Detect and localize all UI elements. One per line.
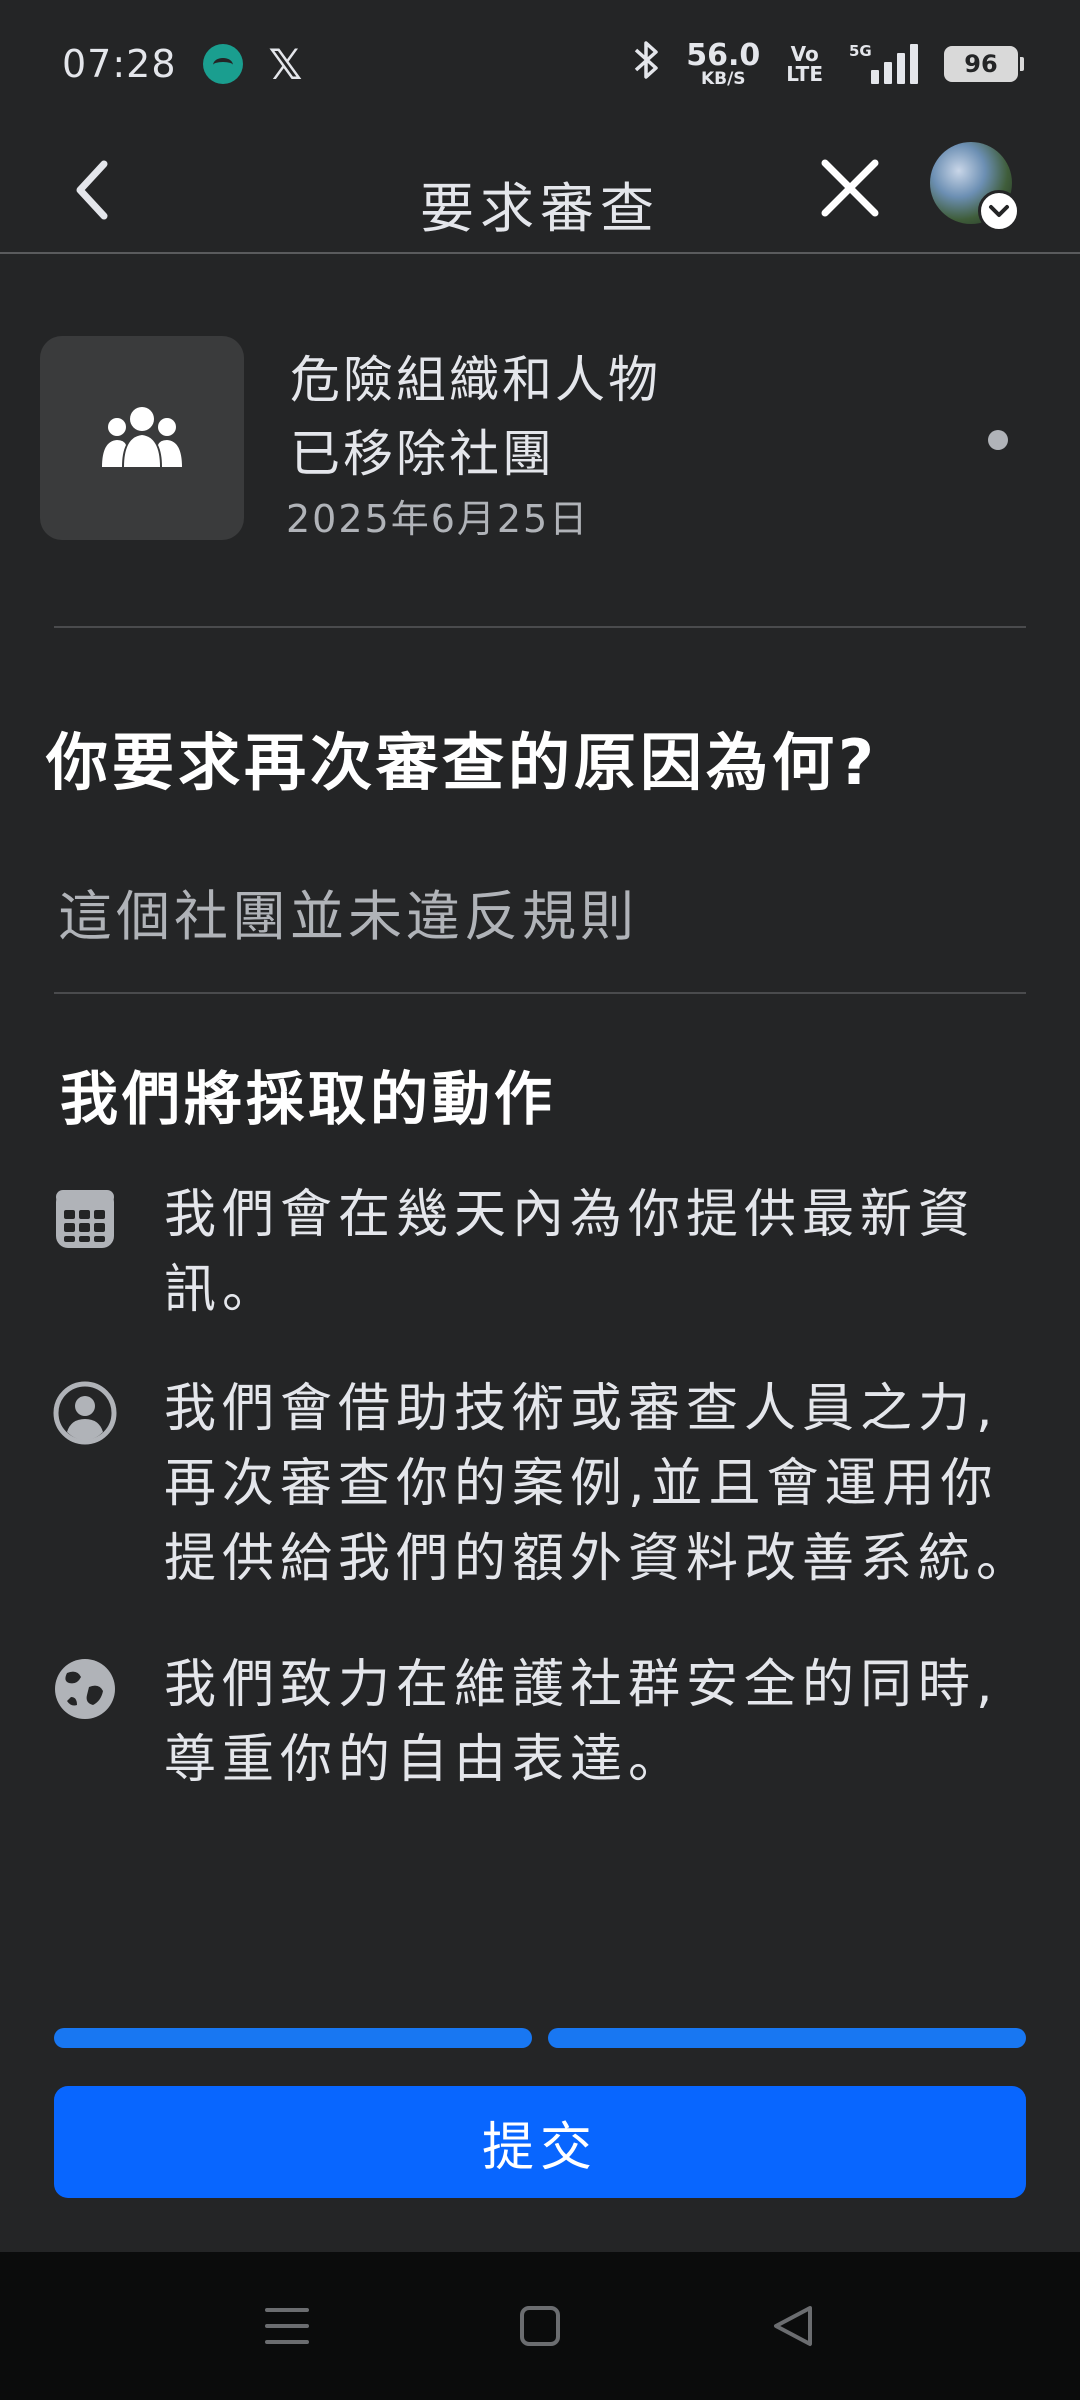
- status-bar: 07:28 𝕏 56.0 KB/S Vo LTE 5G 96: [0, 0, 1080, 128]
- system-nav-bar: [0, 2252, 1080, 2400]
- progress-step-1: [54, 2028, 532, 2048]
- signal-bar: [910, 44, 918, 84]
- page-title: 要求審查: [420, 177, 660, 240]
- header: 要求審查: [0, 128, 1080, 254]
- group-thumbnail: [40, 336, 244, 540]
- status-left: 07:28 𝕏: [62, 40, 302, 89]
- action-text: 我們會借助技術或審查人員之力,再次審查你的案例,並且會運用你提供給我們的額外資料…: [164, 1379, 1035, 1589]
- screen: 07:28 𝕏 56.0 KB/S Vo LTE 5G 96 要求審查 危險組織…: [0, 0, 1080, 2400]
- group-policy-title: 危險組織和人物: [290, 351, 661, 409]
- network-speed-value: 56.0: [686, 37, 761, 73]
- group-card: 危險組織和人物 已移除社團 2025年6月25日: [40, 336, 1040, 542]
- back-triangle-icon: [774, 2306, 813, 2346]
- volte-indicator: Vo LTE: [786, 44, 823, 84]
- divider: [54, 626, 1026, 628]
- network-speed: 56.0 KB/S: [686, 37, 761, 89]
- menu-icon: [264, 2308, 309, 2344]
- selected-reason: 這個社團並未違反規則: [58, 885, 638, 948]
- home-button[interactable]: [495, 2281, 585, 2371]
- volte-bottom: LTE: [786, 62, 823, 86]
- x-app-icon: 𝕏: [268, 39, 303, 89]
- network-speed-unit: KB/S: [700, 68, 746, 89]
- calendar-icon: [52, 1186, 118, 1252]
- chevron-down-icon: [989, 205, 1009, 217]
- system-back-button[interactable]: [748, 2281, 838, 2371]
- app-notification-icon: [202, 44, 243, 84]
- close-icon: [821, 159, 879, 217]
- recents-button[interactable]: [242, 2281, 332, 2371]
- battery-icon: 96: [944, 46, 1024, 82]
- signal-bar: [884, 62, 892, 84]
- status-dot: [988, 430, 1008, 450]
- bluetooth-icon: [634, 39, 660, 90]
- progress-step-2: [548, 2028, 1026, 2048]
- signal-bar: [897, 53, 905, 84]
- actions-heading: 我們將採取的動作: [60, 1065, 557, 1133]
- home-square-icon: [519, 2306, 560, 2346]
- group-status: 已移除社團: [290, 425, 555, 483]
- group-icon: [102, 407, 182, 467]
- question-heading: 你要求再次審查的原因為何?: [46, 726, 878, 799]
- status-time: 07:28: [62, 42, 177, 86]
- volte-top: Vo: [790, 42, 819, 66]
- person-icon: [52, 1380, 118, 1446]
- action-text: 我們會在幾天內為你提供最新資訊。: [164, 1185, 977, 1320]
- network-type: 5G: [849, 42, 872, 60]
- divider: [54, 992, 1026, 994]
- status-right: 56.0 KB/S Vo LTE 5G 96: [634, 37, 1024, 90]
- signal-icon: 5G: [849, 42, 918, 84]
- signal-bar: [871, 70, 879, 84]
- battery-level: 96: [964, 50, 998, 78]
- account-switcher-button[interactable]: [978, 190, 1020, 232]
- action-text: 我們致力在維護社群安全的同時,尊重你的自由表達。: [164, 1655, 999, 1790]
- globe-icon: [52, 1656, 118, 1722]
- group-date: 2025年6月25日: [286, 497, 590, 541]
- close-button[interactable]: [812, 150, 888, 226]
- submit-button[interactable]: 提交: [54, 2086, 1026, 2198]
